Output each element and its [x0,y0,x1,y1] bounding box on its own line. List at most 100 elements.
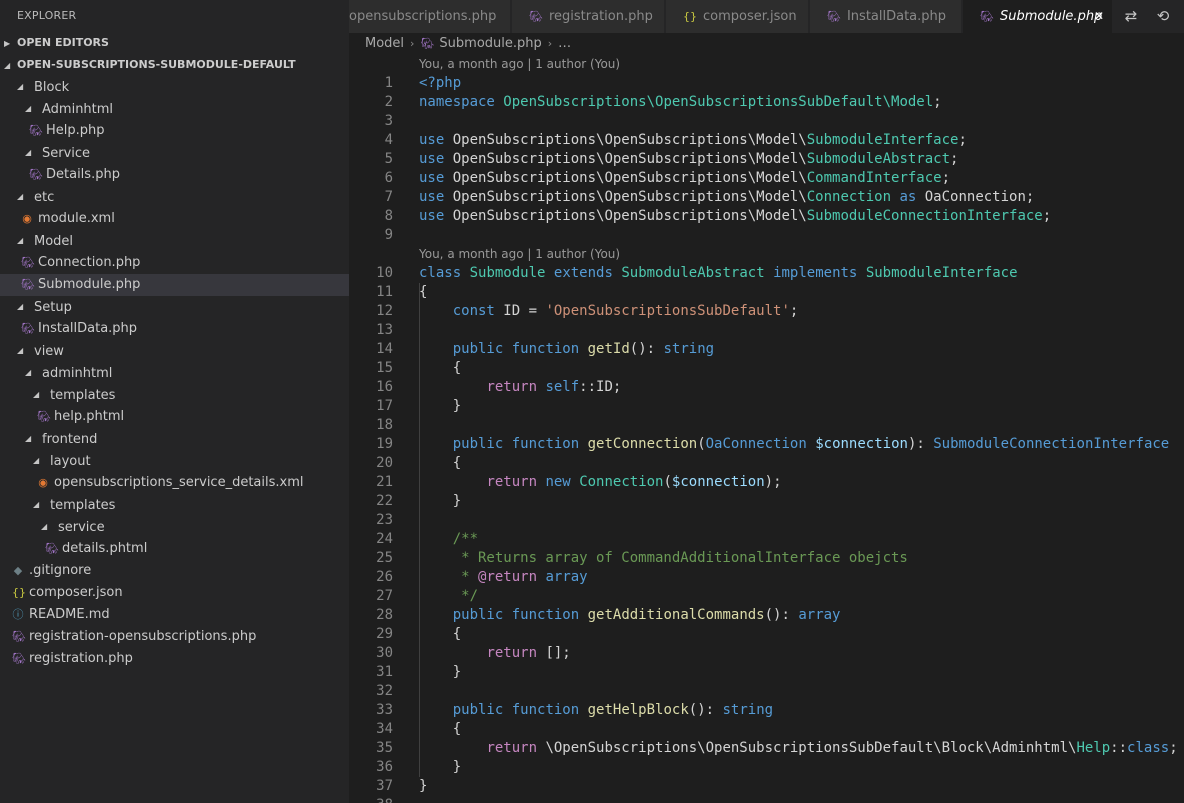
chevron-down-icon: ◢ [17,236,24,245]
tree-folder[interactable]: ◢ etc [0,186,349,208]
tree-file[interactable]: ◉ opensubscriptions_service_details.xml [0,472,349,494]
tree-folder[interactable]: ◢ Model [0,230,349,252]
file-tree: ◢ Block ◢ Adminhtml 🐘︎ Help.php ◢ Service 🐘︎ Deta… [0,76,349,670]
tree-folder[interactable]: ◢ Adminhtml [0,98,349,120]
chevron-down-icon: ◢ [4,61,11,70]
php-elephant-icon: 🐘︎ [29,124,43,137]
chevron-down-icon: ◢ [41,522,48,531]
tree-label: Adminhtml [42,101,114,117]
tree-file[interactable]: 🐘︎ Submodule.php [0,274,349,296]
php-elephant-icon: 🐘︎ [21,322,35,335]
tree-folder[interactable]: ◢ service [0,516,349,538]
tab-composer-json[interactable]: {} composer.json [666,0,809,33]
tree-label: .gitignore [29,563,92,578]
tree-folder[interactable]: ◢ view [0,340,349,362]
code-line: 13 [376,322,393,338]
code-line: 26 * @return array [376,569,588,585]
git-diamond-icon: ◆ [13,564,23,577]
code-line: 9 [384,227,393,243]
tree-file[interactable]: 🐘︎ registration-opensubscriptions.php [0,626,349,648]
tree-label: composer.json [29,585,123,600]
close-icon[interactable]: ✕ [1094,0,1104,33]
code-line: 8 use OpenSubscriptions\OpenSubscriptions… [384,208,1052,224]
php-elephant-icon: 🐘︎ [21,256,35,269]
code-line: 20 { [376,455,462,471]
tree-file[interactable]: 🐘︎ Help.php [0,120,349,142]
tree-label: Details.php [46,167,120,182]
breadcrumb-more[interactable]: … [558,36,571,51]
chevron-down-icon: ◢ [25,148,32,157]
code-line: 23 [376,512,393,528]
tree-file[interactable]: 🐘︎ details.phtml [0,538,349,560]
tree-folder[interactable]: ◢ templates [0,494,349,516]
tab-label: opensubscriptions.php [349,9,497,24]
php-elephant-icon: 🐘︎ [420,37,435,50]
tab-opensubscriptions-php[interactable]: opensubscriptions.php [349,0,511,33]
code-line: 12 const ID = 'OpenSubscriptionsSubDefau… [376,303,799,319]
code-line: 33 public function getHelpBlock(): strin… [376,702,774,718]
code-lens-blame[interactable]: You, a month ago | 1 author (You) [349,245,1184,264]
project-section[interactable]: ◢ OPEN-SUBSCRIPTIONS-SUBMODULE-DEFAULT [0,54,349,76]
chevron-down-icon: ◢ [17,346,24,355]
chevron-down-icon: ◢ [25,434,32,443]
rss-xml-icon: ◉ [38,476,48,489]
compare-changes-icon[interactable]: ⇄ [1119,0,1143,33]
tree-label: registration-opensubscriptions.php [29,629,257,644]
tree-folder[interactable]: ◢ Setup [0,296,349,318]
tree-file[interactable]: 🐘︎ help.phtml [0,406,349,428]
rss-xml-icon: ◉ [22,212,32,225]
tree-label: Submodule.php [38,277,141,292]
code-line: 24 /** [376,531,479,547]
tab-installdata-php[interactable]: 🐘︎ InstallData.php [810,0,962,33]
tab-submodule-php[interactable]: 🐘︎ Submodule.php ✕ [963,0,1113,33]
tree-file[interactable]: ◉ module.xml [0,208,349,230]
php-elephant-icon: 🐘︎ [21,278,35,291]
code-line: 31 } [376,664,462,680]
tree-label: Service [42,145,91,161]
php-elephant-icon: 🐘︎ [12,630,26,643]
tree-file[interactable]: ◆ .gitignore [0,560,349,582]
php-elephant-icon: 🐘︎ [37,410,51,423]
tree-label: Block [34,79,70,95]
tree-folder[interactable]: ◢ templates [0,384,349,406]
tree-label: service [58,519,105,535]
tree-folder[interactable]: ◢ Service [0,142,349,164]
php-elephant-icon: 🐘︎ [45,542,59,555]
tree-label: templates [50,497,116,513]
tree-folder[interactable]: ◢ adminhtml [0,362,349,384]
tree-label: opensubscriptions_service_details.xml [54,475,304,490]
php-elephant-icon: 🐘︎ [980,10,994,23]
open-changes-icon[interactable]: ⟲ [1151,0,1175,33]
code-line: 25 * Returns array of CommandAdditionalI… [376,550,908,566]
code-editor[interactable]: You, a month ago | 1 author (You) 1 <?php… [349,55,1184,803]
json-braces-icon: {} [12,586,26,599]
breadcrumb-folder[interactable]: Model [365,36,404,51]
tree-folder[interactable]: ◢ frontend [0,428,349,450]
open-editors-label: OPEN EDITORS [17,36,109,49]
tree-label: help.phtml [54,409,125,424]
code-line: 10 class Submodule extends SubmoduleAbstr… [376,265,1018,281]
code-lens-blame[interactable]: You, a month ago | 1 author (You) [349,55,1184,74]
tree-file[interactable]: {} composer.json [0,582,349,604]
tree-file[interactable]: 🐘︎ Details.php [0,164,349,186]
tab-registration-php[interactable]: 🐘︎ registration.php [512,0,665,33]
tab-label: InstallData.php [846,9,947,24]
tree-label: frontend [42,431,98,447]
breadcrumb-file[interactable]: Submodule.php [439,36,541,51]
code-line: 4 use OpenSubscriptions\OpenSubscriptions… [384,132,967,148]
tree-file[interactable]: 🐘︎ registration.php [0,648,349,670]
code-line: 17 } [376,398,462,414]
tree-file[interactable]: 🐘︎ Connection.php [0,252,349,274]
php-elephant-icon: 🐘︎ [29,168,43,181]
php-elephant-icon: 🐘︎ [827,10,841,23]
tree-label: registration.php [29,651,133,666]
tree-label: details.phtml [62,541,148,556]
code-line: 3 [384,113,393,129]
project-label: OPEN-SUBSCRIPTIONS-SUBMODULE-DEFAULT [17,58,296,71]
tree-file[interactable]: ⓘ README.md [0,604,349,626]
chevron-down-icon: ◢ [25,368,32,377]
tree-file[interactable]: 🐘︎ InstallData.php [0,318,349,340]
open-editors-section[interactable]: ▶ OPEN EDITORS [0,32,349,54]
tree-folder[interactable]: ◢ layout [0,450,349,472]
tree-folder[interactable]: ◢ Block [0,76,349,98]
